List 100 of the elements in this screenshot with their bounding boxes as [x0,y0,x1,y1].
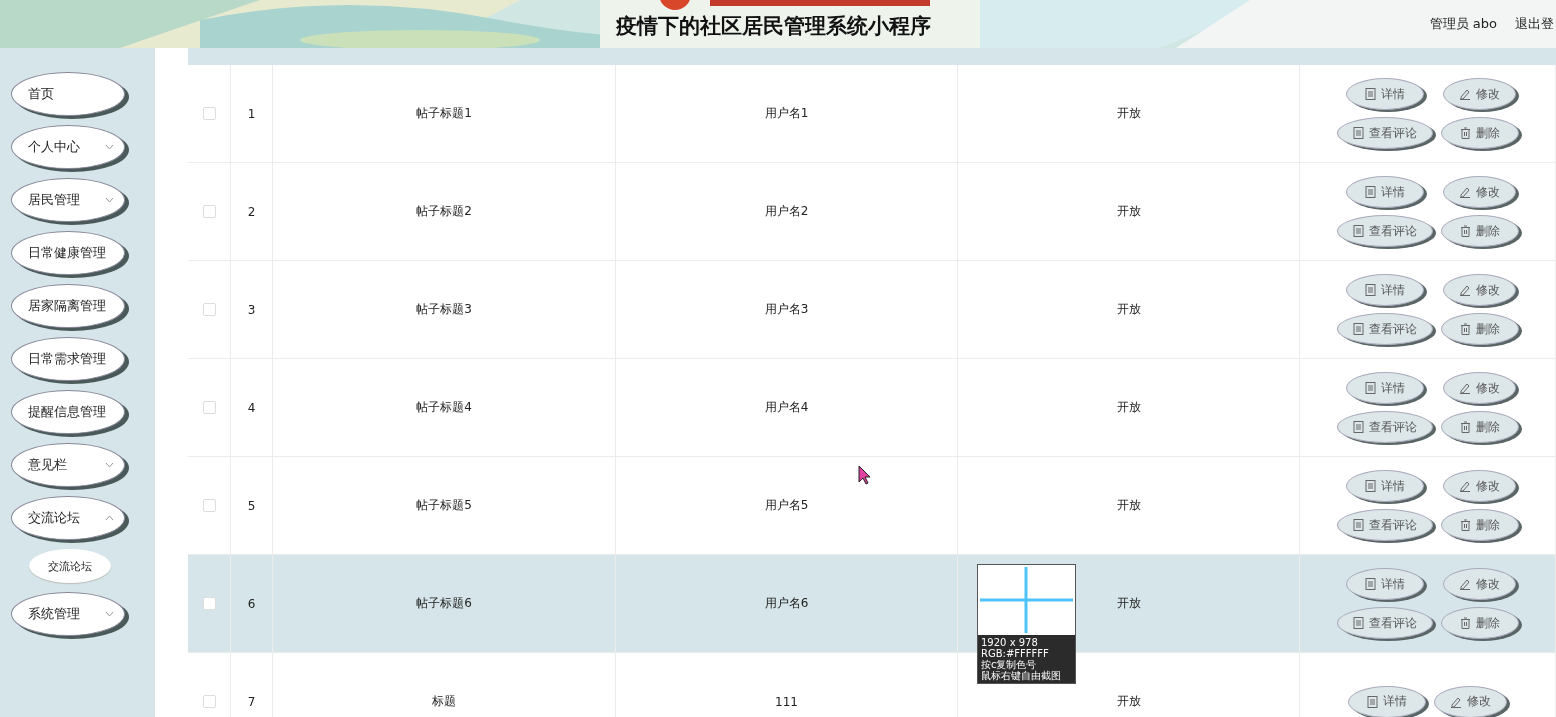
username: 用户名1 [764,105,809,122]
status-text: 开放 [1116,497,1141,514]
row-checkbox[interactable] [202,205,216,218]
sidebar-item[interactable]: 意见栏 [11,443,125,487]
sidebar-item[interactable]: 个人中心 [11,125,125,169]
comments-button[interactable]: 查看评论 [1336,313,1433,345]
document-icon [1352,323,1364,335]
pencil-icon [1450,695,1462,708]
sidebar-item[interactable]: 交流论坛 [11,496,125,540]
delete-button[interactable]: 删除 [1440,411,1519,443]
trash-icon [1459,127,1471,139]
detail-button[interactable]: 详情 [1345,372,1424,404]
document-icon [1352,127,1364,139]
detail-button[interactable]: 详情 [1348,685,1426,717]
pencil-icon [1459,88,1471,100]
edit-button[interactable]: 修改 [1443,470,1516,502]
detail-button[interactable]: 详情 [1345,78,1424,110]
comments-button[interactable]: 查看评论 [1336,215,1433,247]
document-icon [1364,382,1376,394]
document-icon [1352,421,1364,433]
delete-button[interactable]: 删除 [1440,509,1519,541]
user-label: 管理员 abo [1429,15,1497,33]
detail-button[interactable]: 详情 [1345,274,1424,306]
status-text: 开放 [1116,105,1141,122]
crosshair-icon [978,565,1075,635]
status-text: 开放 [1116,301,1141,318]
delete-button[interactable]: 删除 [1440,313,1519,345]
row-checkbox[interactable] [202,303,216,316]
delete-button[interactable]: 删除 [1440,607,1519,639]
delete-button[interactable]: 删除 [1440,215,1519,247]
tooltip-text: 1920 x 978 [981,637,1039,648]
cursor-icon [858,465,871,485]
document-icon [1364,186,1376,198]
pencil-icon [1459,382,1471,394]
row-checkbox[interactable] [202,499,216,512]
sidebar-item[interactable]: 日常健康管理 [11,231,125,275]
trash-icon [1459,323,1471,335]
row-checkbox[interactable] [202,695,216,708]
status-text: 开放 [1116,203,1141,220]
edit-button[interactable]: 修改 [1443,176,1516,208]
tooltip-text: RGB:#FFFFFF [981,648,1050,659]
pencil-icon [1459,284,1471,296]
trash-icon [1459,519,1471,531]
edit-button[interactable]: 修改 [1443,372,1516,404]
post-title: 帖子标题6 [416,595,472,612]
post-title: 帖子标题1 [416,105,472,122]
sidebar-item[interactable]: 日常需求管理 [11,337,125,381]
sidebar-subitem[interactable]: 交流论坛 [29,549,111,583]
detail-button[interactable]: 详情 [1345,568,1424,600]
status-text: 开放 [1116,595,1141,612]
pencil-icon [1459,578,1471,590]
row-checkbox[interactable] [202,597,216,610]
post-title: 标题 [432,693,456,710]
detail-button[interactable]: 详情 [1345,470,1424,502]
document-icon [1364,284,1376,296]
username: 用户名2 [764,203,809,220]
post-title: 帖子标题2 [416,203,472,220]
app-title: 疫情下的社区居民管理系统小程序 [616,13,931,40]
row-index: 4 [247,400,256,415]
row-index: 7 [247,694,256,709]
detail-button[interactable]: 详情 [1345,176,1424,208]
row-checkbox[interactable] [202,107,216,120]
sidebar-item[interactable]: 首页 [11,72,125,116]
row-checkbox[interactable] [202,401,216,414]
trash-icon [1459,617,1471,629]
status-text: 开放 [1116,399,1141,416]
row-index: 5 [247,498,256,513]
sidebar-item[interactable]: 提醒信息管理 [11,390,125,434]
pencil-icon [1459,186,1471,198]
username: 111 [775,694,798,709]
username: 用户名3 [764,301,809,318]
username: 用户名6 [764,595,809,612]
document-icon [1367,695,1378,708]
document-icon [1364,88,1376,100]
post-title: 帖子标题5 [416,497,472,514]
logout-link[interactable]: 退出登 [1515,15,1554,33]
comments-button[interactable]: 查看评论 [1336,411,1433,443]
edit-button[interactable]: 修改 [1434,685,1507,717]
document-icon [1352,617,1364,629]
comments-button[interactable]: 查看评论 [1336,117,1433,149]
document-icon [1352,225,1364,237]
status-text: 开放 [1116,693,1141,710]
sidebar-item[interactable]: 居民管理 [11,178,125,222]
pencil-icon [1459,480,1471,492]
sidebar-item[interactable]: 系统管理 [11,592,125,636]
comments-button[interactable]: 查看评论 [1336,607,1433,639]
row-index: 3 [247,302,256,317]
sidebar-item[interactable]: 居家隔离管理 [11,284,125,328]
post-title: 帖子标题3 [416,301,472,318]
comments-button[interactable]: 查看评论 [1336,509,1433,541]
row-index: 2 [247,204,256,219]
row-index: 6 [247,596,256,611]
edit-button[interactable]: 修改 [1443,274,1516,306]
delete-button[interactable]: 删除 [1440,117,1519,149]
edit-button[interactable]: 修改 [1443,568,1516,600]
document-icon [1364,578,1376,590]
row-index: 1 [247,106,256,121]
document-icon [1364,480,1376,492]
edit-button[interactable]: 修改 [1443,78,1516,110]
trash-icon [1459,421,1471,433]
